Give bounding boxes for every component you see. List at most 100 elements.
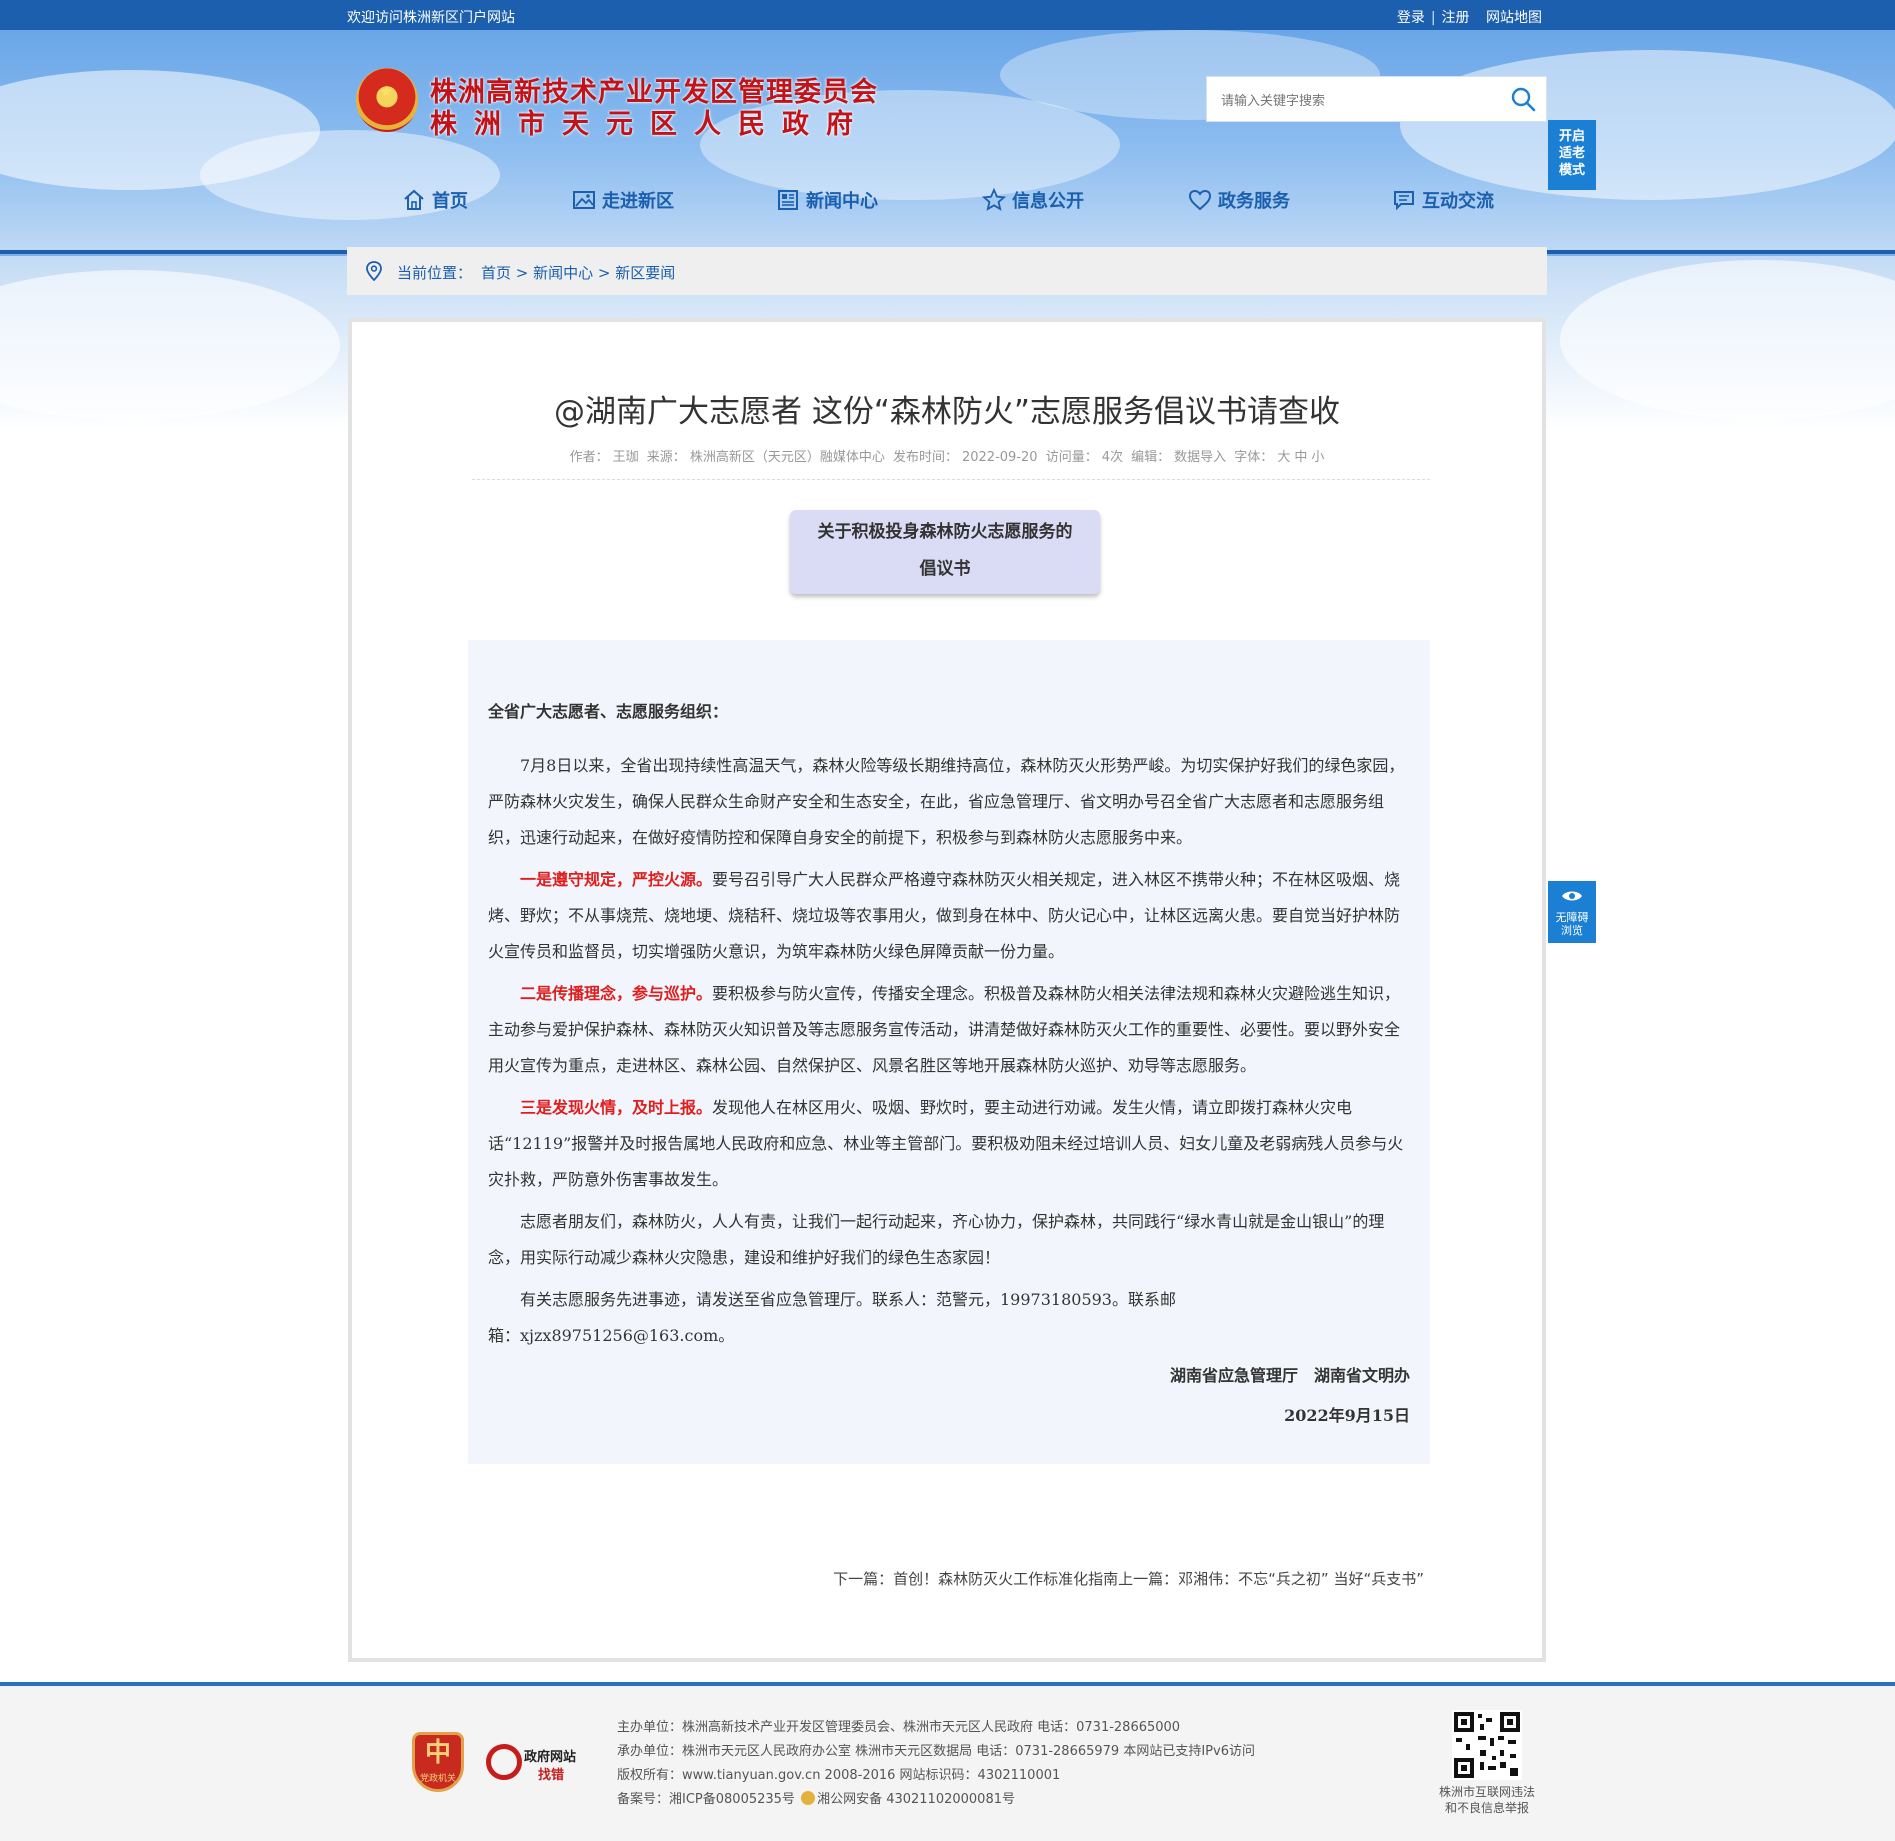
signature-date: 2022年9月15日 — [1284, 1406, 1410, 1425]
divider — [472, 479, 1430, 480]
nav-label: 新闻中心 — [806, 191, 878, 212]
icp-record[interactable]: 备案号：湘ICP备08005235号 — [617, 1792, 799, 1807]
qr-caption: 株洲市互联网违法 和不良信息举报 — [1420, 1784, 1554, 1816]
nav-item-info[interactable]: 信息公开 — [982, 184, 1084, 216]
cloud-decoration — [1560, 260, 1895, 420]
breadcrumb-local-news[interactable]: 新区要闻 — [615, 264, 675, 282]
police-badge-icon — [801, 1791, 816, 1805]
meta-label: 发布时间： — [892, 450, 958, 465]
breadcrumb-home[interactable]: 首页 — [481, 264, 511, 282]
article-navigation: 下一篇：首创！森林防灭火工作标准化指南上一篇：邓湘伟：不忘“兵之初” 当好“兵支… — [833, 1568, 1424, 1589]
nav-label: 走进新区 — [602, 191, 674, 212]
register-link[interactable]: 注册 — [1442, 10, 1470, 26]
paragraph: 志愿者朋友们，森林防火，人人有责，让我们一起行动起来，齐心协力，保护森林，共同践… — [488, 1212, 1385, 1267]
nav-label: 信息公开 — [1012, 191, 1084, 212]
cloud-decoration — [1400, 50, 1895, 200]
chat-icon — [1394, 191, 1414, 211]
search-input[interactable] — [1219, 89, 1493, 113]
footer-info: 主办单位：株洲高新技术产业开发区管理委员会、株洲市天元区人民政府 电话：0731… — [617, 1716, 1255, 1812]
proposal-title-line: 关于积极投身森林防火志愿服务的 — [817, 522, 1073, 542]
search-icon[interactable] — [1510, 86, 1536, 112]
accessibility-button[interactable]: 无障碍 浏览 — [1548, 881, 1596, 943]
gov-site-error-badge[interactable]: 政府网站 找错 — [486, 1742, 582, 1786]
nav-item-news[interactable]: 新闻中心 — [776, 184, 878, 216]
elder-mode-label: 适老 — [1558, 146, 1585, 161]
police-record[interactable]: 湘公网安备 43021102000081号 — [817, 1792, 1015, 1807]
paragraph: 箱：xjzx89751256@163.com。 — [488, 1326, 735, 1345]
qr-code-icon — [1452, 1710, 1522, 1780]
signature: 湖南省应急管理厅 湖南省文明办 — [1169, 1366, 1410, 1385]
paragraph: 一是遵守规定，严控火源。要号召引导广大人民群众严格遵守森林防灭火相关规定，进入林… — [488, 862, 1410, 970]
point-heading: 三是发现火情，及时上报。 — [520, 1098, 713, 1117]
accessibility-label: 无障碍 — [1555, 911, 1589, 924]
badge-label: 政府网站 — [524, 1750, 577, 1765]
breadcrumb-label: 当前位置： — [397, 264, 473, 282]
meta-label: 作者： — [569, 450, 609, 465]
sitemap-link[interactable]: 网站地图 — [1486, 10, 1542, 26]
accessibility-label: 浏览 — [1561, 924, 1583, 937]
elder-mode-label: 模式 — [1558, 163, 1585, 178]
nav-item-about[interactable]: 走进新区 — [572, 184, 674, 216]
footer-organizer: 承办单位：株洲市天元区人民政府办公室 株洲市天元区数据局 电话：0731-286… — [617, 1744, 1255, 1759]
nav-item-interaction[interactable]: 互动交流 — [1392, 184, 1494, 216]
login-link[interactable]: 登录 — [1397, 10, 1425, 26]
point-heading: 二是传播理念，参与巡护。 — [520, 984, 713, 1003]
meta-label: 来源： — [646, 450, 686, 465]
divider: | — [1430, 10, 1436, 26]
meta-views: 4次 — [1101, 450, 1123, 465]
font-size-medium[interactable]: 中 — [1294, 450, 1307, 465]
article-meta: 作者： 王珈 来源： 株洲高新区（天元区）融媒体中心 发布时间： 2022-09-20… — [352, 446, 1542, 465]
site-title-line2: 株洲市天元区人民政府 — [430, 109, 870, 140]
next-article-link[interactable]: 首创！森林防灭火工作标准化指南 — [893, 1570, 1118, 1588]
star-icon — [982, 188, 1006, 211]
meta-label: 字体： — [1234, 450, 1274, 465]
salutation: 全省广大志愿者、志愿服务组织： — [488, 702, 729, 721]
paragraph: 二是传播理念，参与巡护。要积极参与防火宣传，传播安全理念。积极普及森林防火相关法… — [488, 976, 1410, 1084]
next-label: 下一篇： — [833, 1570, 894, 1588]
top-links: 登录 | 注册 网站地图 — [1397, 7, 1542, 27]
badge-label: 党政机关 — [419, 1774, 456, 1784]
meta-editor: 数据导入 — [1174, 450, 1227, 465]
font-size-large[interactable]: 大 — [1277, 450, 1290, 465]
top-bar: 欢迎访问株洲新区门户网站 登录 | 注册 网站地图 — [0, 0, 1895, 30]
breadcrumb: 当前位置： 首页 > 新闻中心 > 新区要闻 — [347, 247, 1547, 295]
font-size-small[interactable]: 小 — [1311, 450, 1324, 465]
prev-article-link[interactable]: 邓湘伟：不忘“兵之初” 当好“兵支书” — [1178, 1570, 1424, 1588]
point-heading: 一是遵守规定，严控火源。 — [520, 870, 713, 889]
party-gov-badge[interactable]: 中 党政机关 — [412, 1732, 464, 1792]
badge-label: 找错 — [538, 1768, 565, 1783]
meta-author: 王珈 — [612, 450, 639, 465]
proposal-title-line: 倡议书 — [919, 559, 971, 579]
welcome-text: 欢迎访问株洲新区门户网站 — [347, 10, 515, 26]
search-box — [1206, 76, 1547, 122]
picture-icon — [573, 191, 595, 209]
nav-label: 互动交流 — [1422, 191, 1494, 212]
nav-label: 政务服务 — [1218, 191, 1290, 212]
elder-mode-label: 开启 — [1558, 129, 1585, 144]
footer: 中 党政机关 政府网站 找错 主办单位：株洲高新技术产业开发区管理委员会、株洲市… — [0, 1686, 1895, 1841]
badge-emblem-icon: 中 — [424, 1738, 451, 1768]
heart-icon — [1188, 189, 1212, 211]
nav-label: 首页 — [432, 191, 468, 212]
divider — [1476, 10, 1480, 26]
qr-caption-line: 株洲市互联网违法 — [1438, 1785, 1535, 1799]
article-title: @湖南广大志愿者 这份“森林防火”志愿服务倡议书请查收 — [554, 394, 1340, 430]
magnifier-icon — [486, 1744, 522, 1780]
breadcrumb-path: 首页 > 新闻中心 > 新区要闻 — [481, 264, 676, 282]
paragraph: 7月8日以来，全省出现持续性高温天气，森林火险等级长期维持高位，森林防灭火形势严… — [488, 756, 1405, 847]
nav-item-services[interactable]: 政务服务 — [1188, 184, 1290, 216]
paragraph: 有关志愿服务先进事迹，请发送至省应急管理厅。联系人：范警元，1997318059… — [520, 1290, 1176, 1309]
location-pin-icon — [366, 261, 382, 281]
meta-label: 编辑： — [1131, 450, 1171, 465]
home-icon — [404, 189, 424, 210]
qr-caption-line: 和不良信息举报 — [1444, 1801, 1529, 1815]
nav-item-home[interactable]: 首页 — [402, 184, 468, 216]
elder-mode-button[interactable]: 开启 适老 模式 — [1548, 120, 1596, 190]
news-icon — [778, 190, 798, 210]
article-body: 全省广大志愿者、志愿服务组织： 7月8日以来，全省出现持续性高温天气，森林火险等… — [468, 640, 1430, 1464]
breadcrumb-news[interactable]: 新闻中心 — [533, 264, 593, 282]
meta-date: 2022-09-20 — [961, 450, 1038, 465]
footer-sponsor: 主办单位：株洲高新技术产业开发区管理委员会、株洲市天元区人民政府 电话：0731… — [617, 1720, 1181, 1735]
national-emblem-logo[interactable]: ★ — [356, 68, 418, 132]
article-container: @湖南广大志愿者 这份“森林防火”志愿服务倡议书请查收 作者： 王珈 来源： 株洲高… — [348, 318, 1546, 1662]
